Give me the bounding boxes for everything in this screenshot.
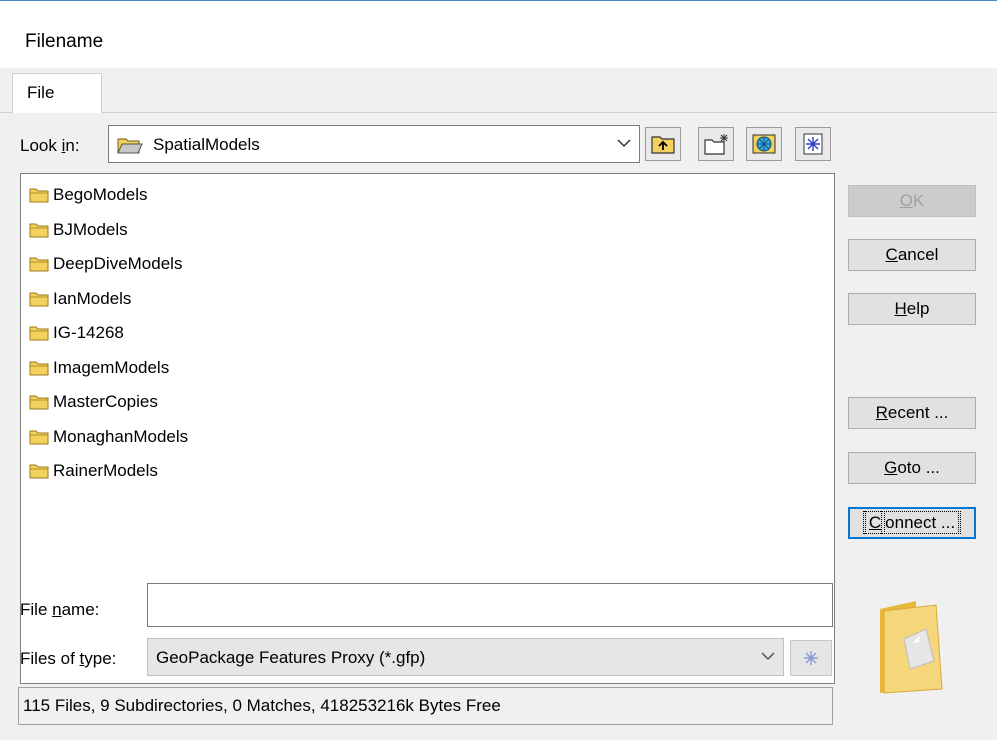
folder-icon: [29, 256, 49, 272]
chevron-down-icon: [761, 646, 775, 666]
file-type-options-button[interactable]: [790, 640, 832, 676]
list-item[interactable]: ImagemModels: [29, 353, 169, 383]
list-item-label: DeepDiveModels: [53, 254, 183, 273]
list-item-label: MonaghanModels: [53, 426, 189, 446]
look-in-value: SpatialModels: [153, 135, 260, 154]
list-item-label: IG-14268: [53, 323, 124, 342]
file-name-input[interactable]: [147, 583, 833, 627]
folder-icon: [29, 187, 49, 203]
open-folder-icon: [117, 135, 143, 160]
goto-button[interactable]: Goto ...: [848, 452, 976, 484]
folder-icon: [29, 429, 49, 445]
dialog-panel: Look in: SpatialModels BegoModels BJMode…: [0, 113, 997, 740]
list-item-label: BJModels: [53, 219, 128, 239]
list-item[interactable]: DeepDiveModels: [29, 249, 182, 279]
folder-icon: [29, 222, 49, 238]
look-in-label: Look in:: [20, 136, 80, 155]
status-bar: 115 Files, 9 Subdirectories, 0 Matches, …: [18, 687, 833, 725]
folder-icon: [29, 291, 49, 307]
look-in-dropdown[interactable]: SpatialModels: [108, 125, 640, 163]
file-type-dropdown[interactable]: GeoPackage Features Proxy (*.gfp): [147, 638, 784, 676]
list-item[interactable]: IG-14268: [29, 318, 124, 348]
chevron-down-icon: [617, 133, 631, 153]
list-item[interactable]: RainerModels: [29, 456, 158, 486]
connect-button[interactable]: Connect ...: [848, 507, 976, 539]
list-item-label: BegoModels: [53, 185, 148, 204]
status-text: 115 Files, 9 Subdirectories, 0 Matches, …: [23, 696, 501, 715]
window-title: Filename: [25, 31, 104, 52]
large-folder-icon: [876, 599, 946, 700]
list-item[interactable]: IanModels: [29, 284, 131, 314]
folder-icon: [29, 325, 49, 341]
list-item-label: MasterCopies: [53, 392, 158, 411]
list-item[interactable]: MasterCopies: [29, 387, 158, 417]
tab-file[interactable]: File: [12, 73, 102, 114]
file-type-value: GeoPackage Features Proxy (*.gfp): [156, 648, 426, 667]
recent-button[interactable]: Recent ...: [848, 397, 976, 429]
tab-file-label: File: [27, 83, 55, 102]
list-item[interactable]: MonaghanModels: [29, 422, 188, 452]
details-button[interactable]: [795, 127, 831, 161]
file-type-label: Files of type:: [20, 649, 117, 668]
cancel-button[interactable]: Cancel: [848, 239, 976, 271]
list-item-label: ImagemModels: [53, 357, 170, 377]
new-folder-button[interactable]: [698, 127, 734, 161]
folder-icon: [29, 360, 49, 376]
list-item-label: IanModels: [53, 288, 132, 308]
list-item[interactable]: BegoModels: [29, 180, 148, 210]
folder-icon: [29, 394, 49, 410]
up-folder-button[interactable]: [645, 127, 681, 161]
list-item-label: RainerModels: [53, 461, 158, 480]
view-button[interactable]: [746, 127, 782, 161]
ok-button[interactable]: OK: [848, 185, 976, 217]
folder-icon: [29, 463, 49, 479]
help-button[interactable]: Help: [848, 293, 976, 325]
title-bar: Filename: [0, 0, 997, 68]
file-name-label: File name:: [20, 600, 100, 619]
tab-strip: File: [0, 68, 997, 114]
list-item[interactable]: BJModels: [29, 215, 128, 245]
